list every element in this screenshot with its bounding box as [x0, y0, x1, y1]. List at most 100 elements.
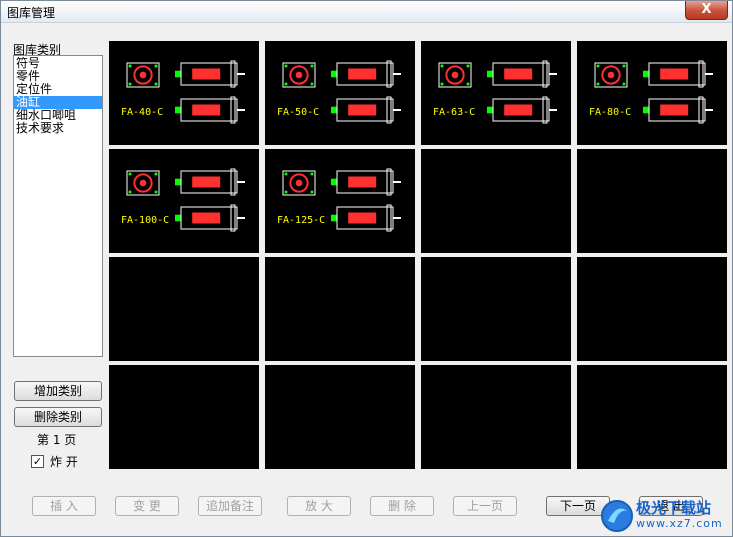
delete-category-button[interactable]: 删除类别 [14, 407, 102, 427]
add-category-button[interactable]: 增加类别 [14, 381, 102, 401]
end-view-bolt [154, 172, 158, 176]
thumbnail-cell[interactable] [421, 365, 571, 469]
thumbnail-label: FA-63-C [433, 107, 475, 118]
end-view-bolt [128, 190, 132, 194]
end-view-bolt [310, 82, 314, 86]
thumbnail-cell[interactable] [577, 257, 727, 361]
thumbnail-cell[interactable]: FA-125-C [265, 149, 415, 253]
change-button[interactable]: 变 更 [115, 496, 179, 516]
end-view-bolt [596, 64, 600, 68]
expand-checkbox[interactable]: ✓ [31, 455, 44, 468]
watermark-url: www.xz7.com [636, 517, 723, 530]
cylinder-drawing: FA-63-C [433, 60, 557, 124]
end-view-bolt [128, 64, 132, 68]
end-view-bolt [154, 64, 158, 68]
thumbnail-cell[interactable] [421, 257, 571, 361]
delete-button[interactable]: 删 除 [370, 496, 434, 516]
side-view-body [660, 104, 689, 116]
end-view-bolt [440, 82, 444, 86]
side-view-flange [230, 60, 236, 88]
thumbnail-cell[interactable]: FA-63-C [421, 41, 571, 145]
end-view-bolt [466, 64, 470, 68]
end-view-rod [451, 71, 459, 79]
side-view-flange [698, 60, 704, 88]
window-title: 图库管理 [7, 6, 56, 20]
thumbnail-label: FA-100-C [121, 215, 169, 226]
end-view-bolt [284, 82, 288, 86]
end-view-bolt [440, 64, 444, 68]
thumbnail-cell[interactable] [577, 365, 727, 469]
side-view-port [331, 70, 337, 78]
side-view-port [331, 214, 337, 222]
expand-option[interactable]: ✓ 炸 开 [31, 453, 78, 470]
thumbnail-cell[interactable] [265, 257, 415, 361]
side-view-port [175, 70, 181, 78]
thumbnail-cell[interactable] [577, 149, 727, 253]
side-view-flange [386, 204, 392, 232]
side-view-flange [386, 60, 392, 88]
side-view-body [192, 176, 221, 188]
end-view-bolt [310, 172, 314, 176]
side-view-flange [386, 96, 392, 124]
category-item[interactable]: 技术要求 [14, 122, 102, 135]
thumbnail-label: FA-40-C [121, 107, 163, 118]
watermark-logo: 极光下载站 www.xz7.com [600, 498, 728, 534]
close-button[interactable]: X [685, 1, 728, 20]
end-view-bolt [284, 190, 288, 194]
side-view-port [331, 178, 337, 186]
zoom-button[interactable]: 放 大 [287, 496, 351, 516]
side-view-flange [230, 204, 236, 232]
side-view-flange [698, 96, 704, 124]
cylinder-drawing: FA-100-C [121, 168, 245, 232]
side-view-port [175, 106, 181, 114]
thumbnail-cell[interactable] [109, 257, 259, 361]
side-view-body [348, 212, 377, 224]
end-view-rod [295, 179, 303, 187]
side-view-body [348, 104, 377, 116]
end-view-bolt [622, 82, 626, 86]
side-view-body [504, 104, 533, 116]
side-view-body [348, 68, 377, 80]
side-view-body [504, 68, 533, 80]
thumbnail-cell[interactable]: FA-40-C [109, 41, 259, 145]
end-view-bolt [622, 64, 626, 68]
side-view-port [643, 70, 649, 78]
add-note-button[interactable]: 追加备注 [198, 496, 262, 516]
aurora-logo-icon [601, 500, 633, 532]
side-view-port [175, 214, 181, 222]
side-view-flange [230, 168, 236, 196]
watermark-title: 极光下载站 [636, 499, 712, 517]
category-list[interactable]: 符号 零件 定位件 油缸 细水口唧咀 技术要求 [13, 55, 103, 357]
thumbnail-cell[interactable] [265, 365, 415, 469]
thumbnail-cell[interactable] [421, 149, 571, 253]
side-view-flange [386, 168, 392, 196]
page-indicator: 第 1 页 [37, 433, 77, 447]
prev-page-button[interactable]: 上一页 [453, 496, 517, 516]
cylinder-drawing: FA-40-C [121, 60, 245, 124]
thumbnail-cell[interactable] [109, 365, 259, 469]
side-view-flange [542, 60, 548, 88]
end-view-bolt [310, 64, 314, 68]
end-view-bolt [128, 82, 132, 86]
side-view-flange [542, 96, 548, 124]
thumbnail-label: FA-80-C [589, 107, 631, 118]
cylinder-drawing: FA-50-C [277, 60, 401, 124]
end-view-bolt [310, 190, 314, 194]
side-view-port [175, 178, 181, 186]
end-view-bolt [284, 64, 288, 68]
cylinder-drawing: FA-80-C [589, 60, 713, 124]
thumbnail-cell[interactable]: FA-50-C [265, 41, 415, 145]
end-view-rod [295, 71, 303, 79]
thumbnail-cell[interactable]: FA-80-C [577, 41, 727, 145]
thumbnail-cell[interactable]: FA-100-C [109, 149, 259, 253]
end-view-bolt [154, 82, 158, 86]
side-view-body [348, 176, 377, 188]
insert-button[interactable]: 插 入 [32, 496, 96, 516]
thumbnail-label: FA-125-C [277, 215, 325, 226]
side-view-body [192, 212, 221, 224]
thumbnail-label: FA-50-C [277, 107, 319, 118]
side-view-port [643, 106, 649, 114]
library-manager-window: 图库管理 X 图库类别 符号 零件 定位件 油缸 细水口唧咀 技术要求 增加类别 删除类别… [0, 0, 733, 537]
side-view-flange [230, 96, 236, 124]
end-view-bolt [128, 172, 132, 176]
